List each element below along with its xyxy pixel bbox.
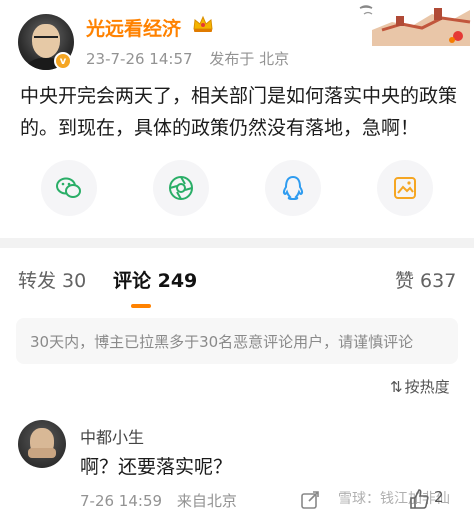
like-icon[interactable]: [408, 488, 430, 510]
author-username[interactable]: 光远看经济: [86, 14, 181, 41]
comment-source: 来自北京: [176, 492, 237, 510]
share-comment-icon[interactable]: [300, 490, 320, 510]
sort-by-hot-button[interactable]: ⇅ 按热度: [390, 376, 450, 397]
comment-text: 啊？还要落实呢？: [80, 456, 233, 478]
post-timestamp: 23-7-26 14:57: [86, 50, 193, 68]
verified-badge: v: [54, 52, 72, 70]
commenter-name[interactable]: 中都小生: [80, 424, 144, 448]
comment-time: 7-26 14:59: [80, 492, 163, 510]
sort-icon: ⇅: [390, 378, 403, 396]
moments-share-button[interactable]: [153, 160, 209, 216]
commenter-avatar[interactable]: [18, 420, 66, 468]
comment-actions: 雪球：钱江加非仙 2: [300, 486, 474, 516]
active-tab-indicator: [131, 304, 151, 308]
crown-icon: [193, 15, 213, 32]
share-row: [0, 160, 474, 224]
moments-icon: [169, 176, 193, 200]
post-text: 中央开完会两天了，相关部门是如何落实中央的政策的。到现在，具体的政策仍然没有落地…: [20, 85, 458, 139]
post-meta: 23-7-26 14:57 发布于 北京: [86, 48, 301, 69]
comment-meta: 7-26 14:59 来自北京: [80, 490, 247, 511]
like-count: 2: [434, 488, 444, 506]
sort-label: 按热度: [404, 378, 450, 396]
interaction-tabs: 转发 30 评论 249 赞 637: [0, 250, 474, 308]
qq-share-button[interactable]: [265, 160, 321, 216]
wechat-share-button[interactable]: [41, 160, 97, 216]
section-divider: [0, 238, 474, 248]
wechat-icon: [56, 177, 81, 198]
tab-comments[interactable]: 评论 249: [113, 266, 197, 293]
post-source: 发布于 北京: [209, 50, 290, 68]
tab-repost[interactable]: 转发 30: [18, 266, 86, 293]
qq-icon: [282, 175, 304, 201]
save-image-icon: [394, 177, 416, 199]
great-wall-banner-icon: [352, 0, 472, 46]
comment-notice: 30天内，博主已拉黑多于30名恶意评论用户，请谨慎评论: [16, 318, 458, 364]
tab-likes[interactable]: 赞 637: [395, 266, 456, 293]
save-image-button[interactable]: [377, 160, 433, 216]
